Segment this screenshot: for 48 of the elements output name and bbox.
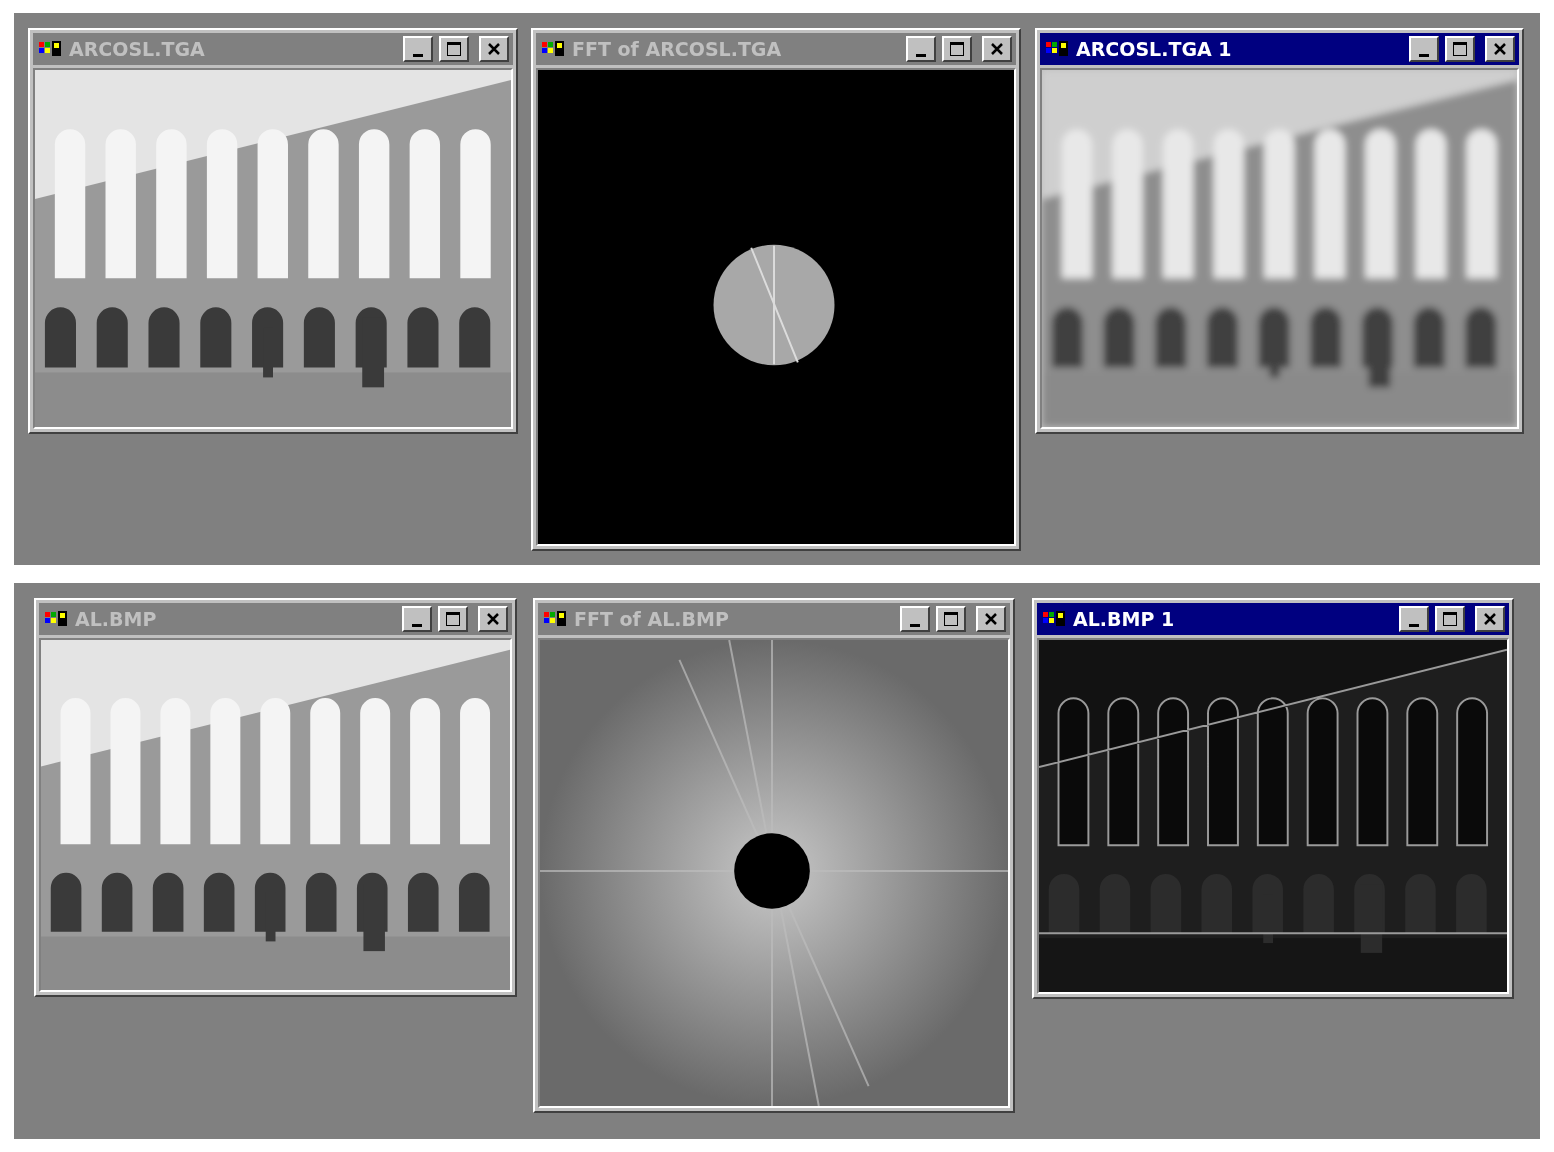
close-icon: [990, 42, 1004, 56]
close-icon: [984, 612, 998, 626]
maximize-icon: [943, 611, 959, 627]
maximize-button[interactable]: [1435, 606, 1465, 632]
window-logo-icon: [43, 609, 69, 629]
close-button[interactable]: [982, 36, 1012, 62]
close-button[interactable]: [1485, 36, 1515, 62]
minimize-icon: [413, 53, 423, 57]
window-title: FFT of ARCOSL.TGA: [572, 38, 783, 60]
minimize-button[interactable]: [1409, 36, 1439, 62]
maximize-button[interactable]: [936, 606, 966, 632]
close-button[interactable]: [478, 606, 508, 632]
maximize-button[interactable]: [1445, 36, 1475, 62]
window-logo-icon: [540, 39, 566, 59]
window-title: AL.BMP 1: [1073, 608, 1176, 630]
minimize-icon: [910, 623, 920, 627]
minimize-button[interactable]: [906, 36, 936, 62]
close-icon: [1483, 612, 1497, 626]
maximize-icon: [949, 41, 965, 57]
maximize-button[interactable]: [438, 606, 468, 632]
minimize-button[interactable]: [1399, 606, 1429, 632]
minimize-icon: [1409, 623, 1419, 627]
minimize-icon: [916, 53, 926, 57]
window-title: FFT of AL.BMP: [574, 608, 730, 630]
maximize-icon: [1452, 41, 1468, 57]
window-logo-icon: [542, 609, 568, 629]
close-icon: [487, 42, 501, 56]
close-button[interactable]: [976, 606, 1006, 632]
minimize-icon: [412, 623, 422, 627]
window-title: AL.BMP: [75, 608, 158, 630]
close-button[interactable]: [479, 36, 509, 62]
minimize-icon: [1419, 53, 1429, 57]
window-title: ARCOSL.TGA: [69, 38, 206, 60]
minimize-button[interactable]: [403, 36, 433, 62]
maximize-icon: [445, 611, 461, 627]
minimize-button[interactable]: [402, 606, 432, 632]
window-logo-icon: [1041, 609, 1067, 629]
close-button[interactable]: [1475, 606, 1505, 632]
maximize-icon: [446, 41, 462, 57]
maximize-button[interactable]: [439, 36, 469, 62]
window-title: ARCOSL.TGA 1: [1076, 38, 1233, 60]
minimize-button[interactable]: [900, 606, 930, 632]
maximize-button[interactable]: [942, 36, 972, 62]
maximize-icon: [1442, 611, 1458, 627]
close-icon: [486, 612, 500, 626]
close-icon: [1493, 42, 1507, 56]
window-logo-icon: [1044, 39, 1070, 59]
window-logo-icon: [37, 39, 63, 59]
